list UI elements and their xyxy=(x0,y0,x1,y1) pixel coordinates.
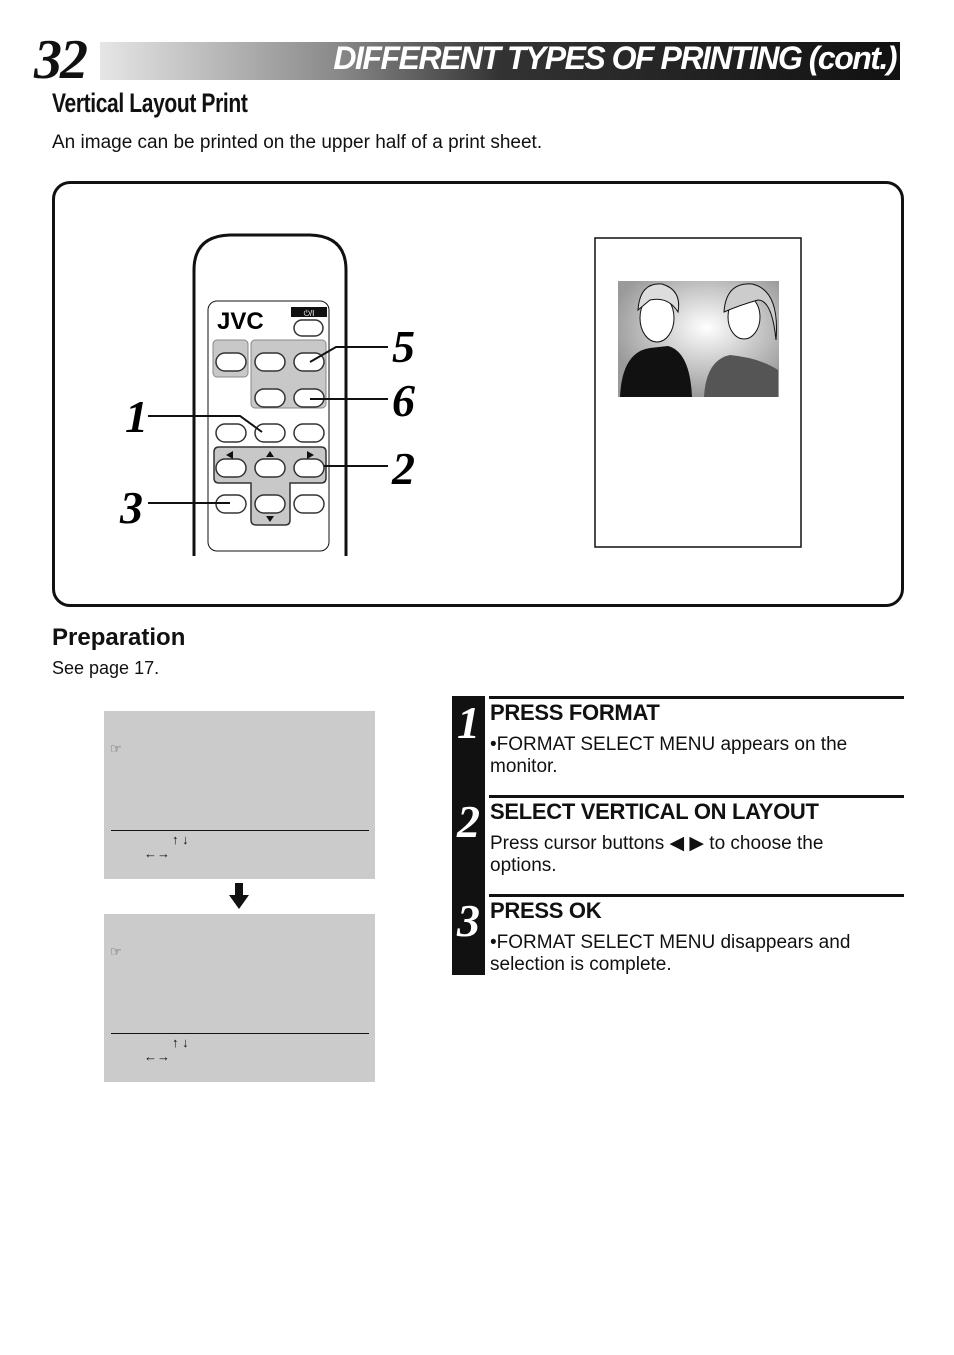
divider xyxy=(111,1033,369,1034)
leftright-arrows: ←→ xyxy=(144,846,170,861)
leftright-arrows: ←→ xyxy=(144,1049,170,1064)
callout-2: 2 xyxy=(391,443,415,494)
remote-illustration: ⏻/I JVC 1 3 5 6 2 xyxy=(119,233,802,556)
step-rule xyxy=(489,894,904,897)
print-sheet xyxy=(594,237,802,548)
manual-page: 32 DIFFERENT TYPES OF PRINTING (cont.) V… xyxy=(0,0,954,1355)
callout-6: 6 xyxy=(392,375,415,426)
callout-5: 5 xyxy=(392,321,415,372)
step-title: PRESS FORMAT xyxy=(490,700,660,725)
menu-screen-after: ☞ ↑ ↓ ←→ xyxy=(104,914,375,1082)
step-number: 2 xyxy=(452,795,485,895)
updown-arrows: ↑ ↓ xyxy=(172,832,189,847)
step-1: 1 PRESS FORMAT •FORMAT SELECT MENU appea… xyxy=(452,696,904,796)
step-title: SELECT VERTICAL ON LAYOUT xyxy=(490,799,819,824)
step-rule xyxy=(489,795,904,798)
menu-screen-before: ☞ ↑ ↓ ←→ xyxy=(104,711,375,879)
step-3: 3 PRESS OK •FORMAT SELECT MENU disappear… xyxy=(452,894,904,975)
preparation-title: Preparation xyxy=(52,624,186,651)
divider xyxy=(111,830,369,831)
step-number: 1 xyxy=(452,696,485,796)
step-body: •FORMAT SELECT MENU disappears and selec… xyxy=(490,932,851,975)
pointer-icon: ☞ xyxy=(110,944,122,959)
callout-3: 3 xyxy=(119,482,143,533)
step-2: 2 SELECT VERTICAL ON LAYOUT Press cursor… xyxy=(452,795,904,895)
down-arrow-icon xyxy=(229,883,249,909)
step-title: PRESS OK xyxy=(490,898,602,923)
step-number: 3 xyxy=(452,894,485,975)
power-label: ⏻/I xyxy=(304,309,315,318)
updown-arrows: ↑ ↓ xyxy=(172,1035,189,1050)
pointer-icon: ☞ xyxy=(110,741,122,756)
step-body: •FORMAT SELECT MENU appears on the monit… xyxy=(490,734,848,777)
jvc-logo: JVC xyxy=(217,308,264,335)
preparation-text: See page 17. xyxy=(52,658,160,678)
step-body: Press cursor buttons ◀ ▶ to choose the o… xyxy=(490,833,824,876)
callout-1: 1 xyxy=(125,391,148,442)
step-rule xyxy=(489,696,904,699)
